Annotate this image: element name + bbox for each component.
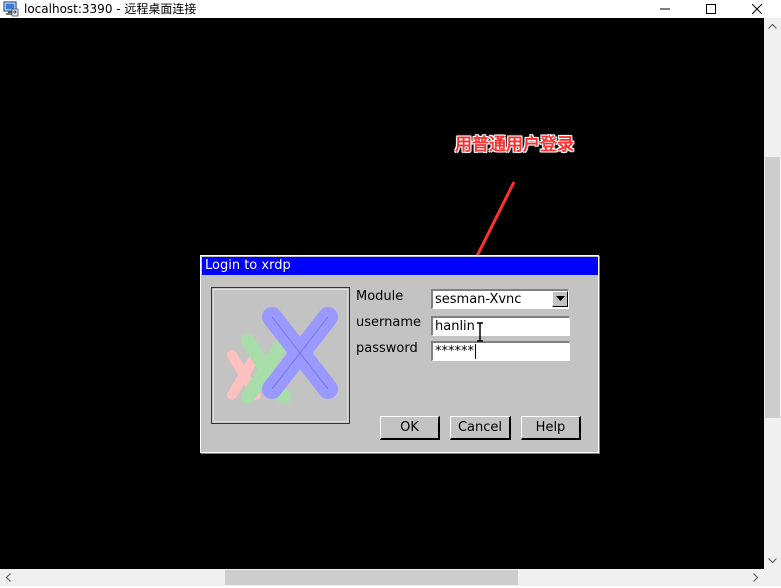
chevron-left-icon [6,573,11,582]
password-label: password [356,341,418,356]
username-label: username [356,315,421,330]
username-value: hanlin [435,319,475,334]
window-title-bar[interactable]: localhost:3390 - 远程桌面连接 [0,0,781,18]
annotation-label: 用普通用户登录 [455,135,574,155]
username-field[interactable]: hanlin [431,316,570,336]
minimize-button[interactable] [642,0,688,18]
chevron-right-icon [753,573,758,582]
horizontal-scroll-thumb[interactable] [225,570,518,585]
scroll-down-button[interactable] [764,552,781,569]
vertical-scrollbar[interactable] [764,18,781,569]
module-select[interactable]: sesman-Xvnc [431,289,569,309]
ok-button[interactable]: OK [380,416,440,440]
close-icon [752,4,762,14]
chevron-down-icon [768,558,777,563]
close-button[interactable] [734,0,780,18]
password-value: ****** [435,344,474,359]
scroll-right-button[interactable] [747,569,764,586]
text-cursor-icon [477,322,483,342]
scroll-up-button[interactable] [764,18,781,35]
text-caret [475,344,476,359]
vertical-scroll-thumb[interactable] [765,157,780,418]
module-value: sesman-Xvnc [435,292,522,307]
chevron-up-icon [768,24,777,29]
xrdp-logo-icon [227,307,338,404]
maximize-button[interactable] [688,0,734,18]
maximize-icon [706,4,716,14]
window-title: localhost:3390 - 远程桌面连接 [24,2,197,16]
help-button[interactable]: Help [521,416,581,440]
module-label: Module [356,289,404,304]
cancel-button[interactable]: Cancel [450,416,511,440]
chevron-down-icon [555,296,565,301]
minimize-icon [660,8,670,10]
scroll-left-button[interactable] [0,569,17,586]
module-dropdown-button[interactable] [552,291,568,307]
scrollbar-corner [764,569,781,586]
xrdp-login-dialog: Login to xrdp Module username password s… [200,255,599,453]
password-field[interactable]: ****** [431,341,570,361]
xrdp-logo-frame [211,287,350,424]
dialog-title: Login to xrdp [202,257,598,275]
remote-desktop-icon [3,1,19,17]
horizontal-scrollbar[interactable] [0,569,764,586]
